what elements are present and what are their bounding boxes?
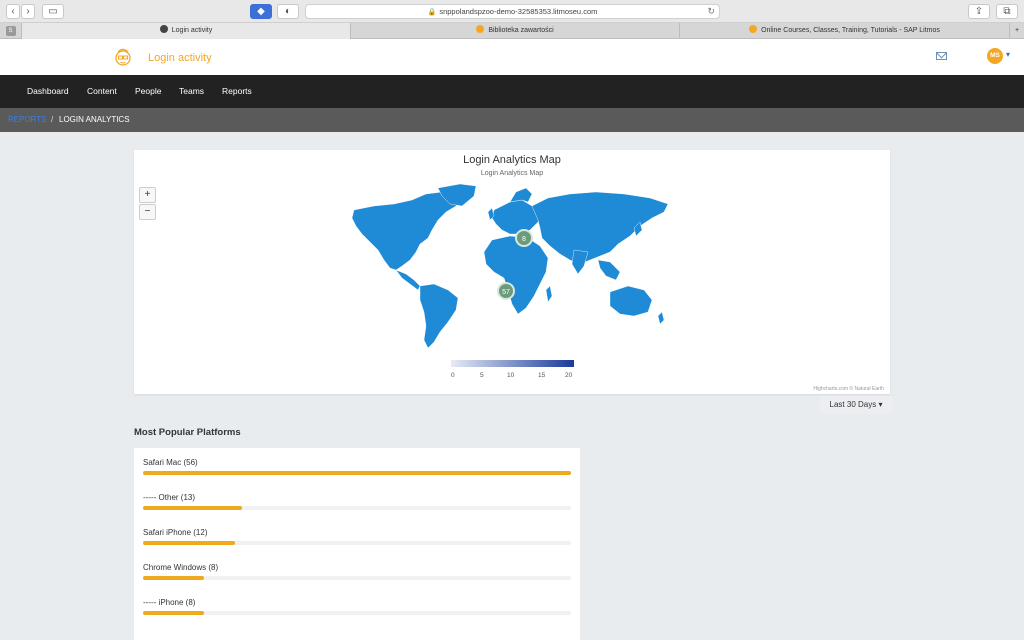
platform-label: ----- iPhone (8) [143,598,196,607]
breadcrumb-current: LOGIN ANALYTICS [59,115,130,124]
nav-item-content[interactable]: Content [87,75,117,108]
tab-favicon [159,25,168,33]
map-region-se-asia [597,259,621,281]
platform-bar-track [143,506,571,510]
platform-bar-fill [143,471,571,475]
main-nav: Dashboard Content People Teams Reports [0,75,1024,108]
breadcrumb: REPORTS / LOGIN ANALYTICS [0,108,1024,132]
map-region-india [571,249,589,275]
tab-login-activity[interactable]: Login activity [22,23,351,39]
map-credits[interactable]: Highcharts.com © Natural Earth [813,386,884,392]
breadcrumb-separator: / [51,115,54,124]
map-region-scandinavia [509,187,533,203]
platform-bar-track [143,541,571,545]
map-region-asia [531,191,669,265]
platform-label: ----- Other (13) [143,493,195,502]
map-region-madagascar [545,285,553,303]
pinned-tab-icon: S [5,26,16,36]
platform-bar-fill [143,576,205,580]
shield-extension-icon[interactable]: ◆ [250,4,272,19]
map-subtitle: Login Analytics Map [480,170,544,177]
platform-row: Safari iPhone (12) [143,528,571,545]
legend-label: 15 [538,372,546,379]
platform-row: ----- Other (13) [143,493,571,510]
legend-label: 10 [507,372,515,379]
platform-label: Safari Mac (56) [143,458,198,467]
legend-label: 0 [451,372,455,379]
platform-bar-fill [143,506,243,510]
map-region-south-america [419,283,459,349]
tab-favicon [749,25,758,33]
lock-icon: 🔒 [427,9,437,16]
app-header: Login activity MS ▾ [0,39,1024,75]
platform-bar-track [143,576,571,580]
litmos-logo-icon[interactable] [114,46,132,68]
map-region-central-america [395,269,421,291]
chevron-down-icon[interactable]: ▾ [1006,50,1010,59]
tab-bar: S Login activity Biblioteka zawartości O… [0,23,1024,39]
tab-label: Biblioteka zawartości [488,27,554,34]
login-map-card: Login Analytics Map Login Analytics Map … [134,150,890,394]
map-region-africa [483,235,549,315]
tab-litmos[interactable]: Online Courses, Classes, Training, Tutor… [680,23,1010,39]
page-title: Login activity [148,52,212,64]
tab-label: Login activity [171,27,213,34]
platform-row: ----- iPhone (8) [143,598,571,615]
browser-toolbar: ‹ › ▭ ◆ ◐ 🔒 snppolandspzoo-demo-32585353.… [0,0,1024,23]
avatar[interactable]: MS [987,48,1003,64]
map-region-north-america [351,191,461,271]
map-marker-europe-label: 8 [522,236,526,243]
platforms-section-title: Most Popular Platforms [134,427,241,438]
platform-bar-fill [143,541,235,545]
forward-button[interactable]: › [21,4,35,19]
map-region-new-zealand [657,311,665,325]
breadcrumb-reports-link[interactable]: REPORTS [8,108,47,132]
tab-label: Online Courses, Classes, Training, Tutor… [761,27,940,34]
nav-item-people[interactable]: People [135,75,161,108]
world-map[interactable]: 8 57 [334,180,694,352]
nav-item-teams[interactable]: Teams [179,75,204,108]
platforms-card: Safari Mac (56) ----- Other (13) Safari … [134,448,580,640]
platform-label: Chrome Windows (8) [143,563,219,572]
legend-label: 20 [565,372,573,379]
pinned-tab[interactable]: S [0,23,22,39]
map-region-europe [491,199,541,235]
zoom-in-button[interactable]: + [139,187,156,203]
mail-icon[interactable] [936,52,947,60]
back-button[interactable]: ‹ [6,4,20,19]
address-bar[interactable]: 🔒 snppolandspzoo-demo-32585353.litmoseu.c… [305,4,720,19]
platform-row: Safari Mac (56) [143,458,571,475]
color-legend-bar [451,360,574,367]
share-icon[interactable]: ⇪ [968,4,990,19]
platform-label: Safari iPhone (12) [143,528,208,537]
platform-bar-track [143,471,571,475]
tab-content-library[interactable]: Biblioteka zawartości [351,23,680,39]
tab-favicon [476,25,485,33]
platform-row: Chrome Windows (8) [143,563,571,580]
tabs-overview-icon[interactable]: ⧉ [996,4,1018,19]
url-text: snppolandspzoo-demo-32585353.litmoseu.co… [439,7,598,16]
new-tab-button[interactable]: + [1010,23,1024,39]
privacy-icon[interactable]: ◐ [277,4,299,19]
platform-bar-track [143,611,571,615]
nav-item-dashboard[interactable]: Dashboard [27,75,69,108]
reload-icon[interactable]: ↻ [707,5,715,18]
map-title: Login Analytics Map [463,154,561,166]
zoom-out-button[interactable]: − [139,204,156,220]
sidebar-toggle-icon[interactable]: ▭ [42,4,64,19]
date-range-dropdown[interactable]: Last 30 Days ▾ [820,396,892,414]
legend-label: 5 [480,372,484,379]
platform-bar-fill [143,611,205,615]
nav-item-reports[interactable]: Reports [222,75,252,108]
map-marker-africa-label: 57 [502,289,510,296]
map-region-australia [609,285,653,317]
